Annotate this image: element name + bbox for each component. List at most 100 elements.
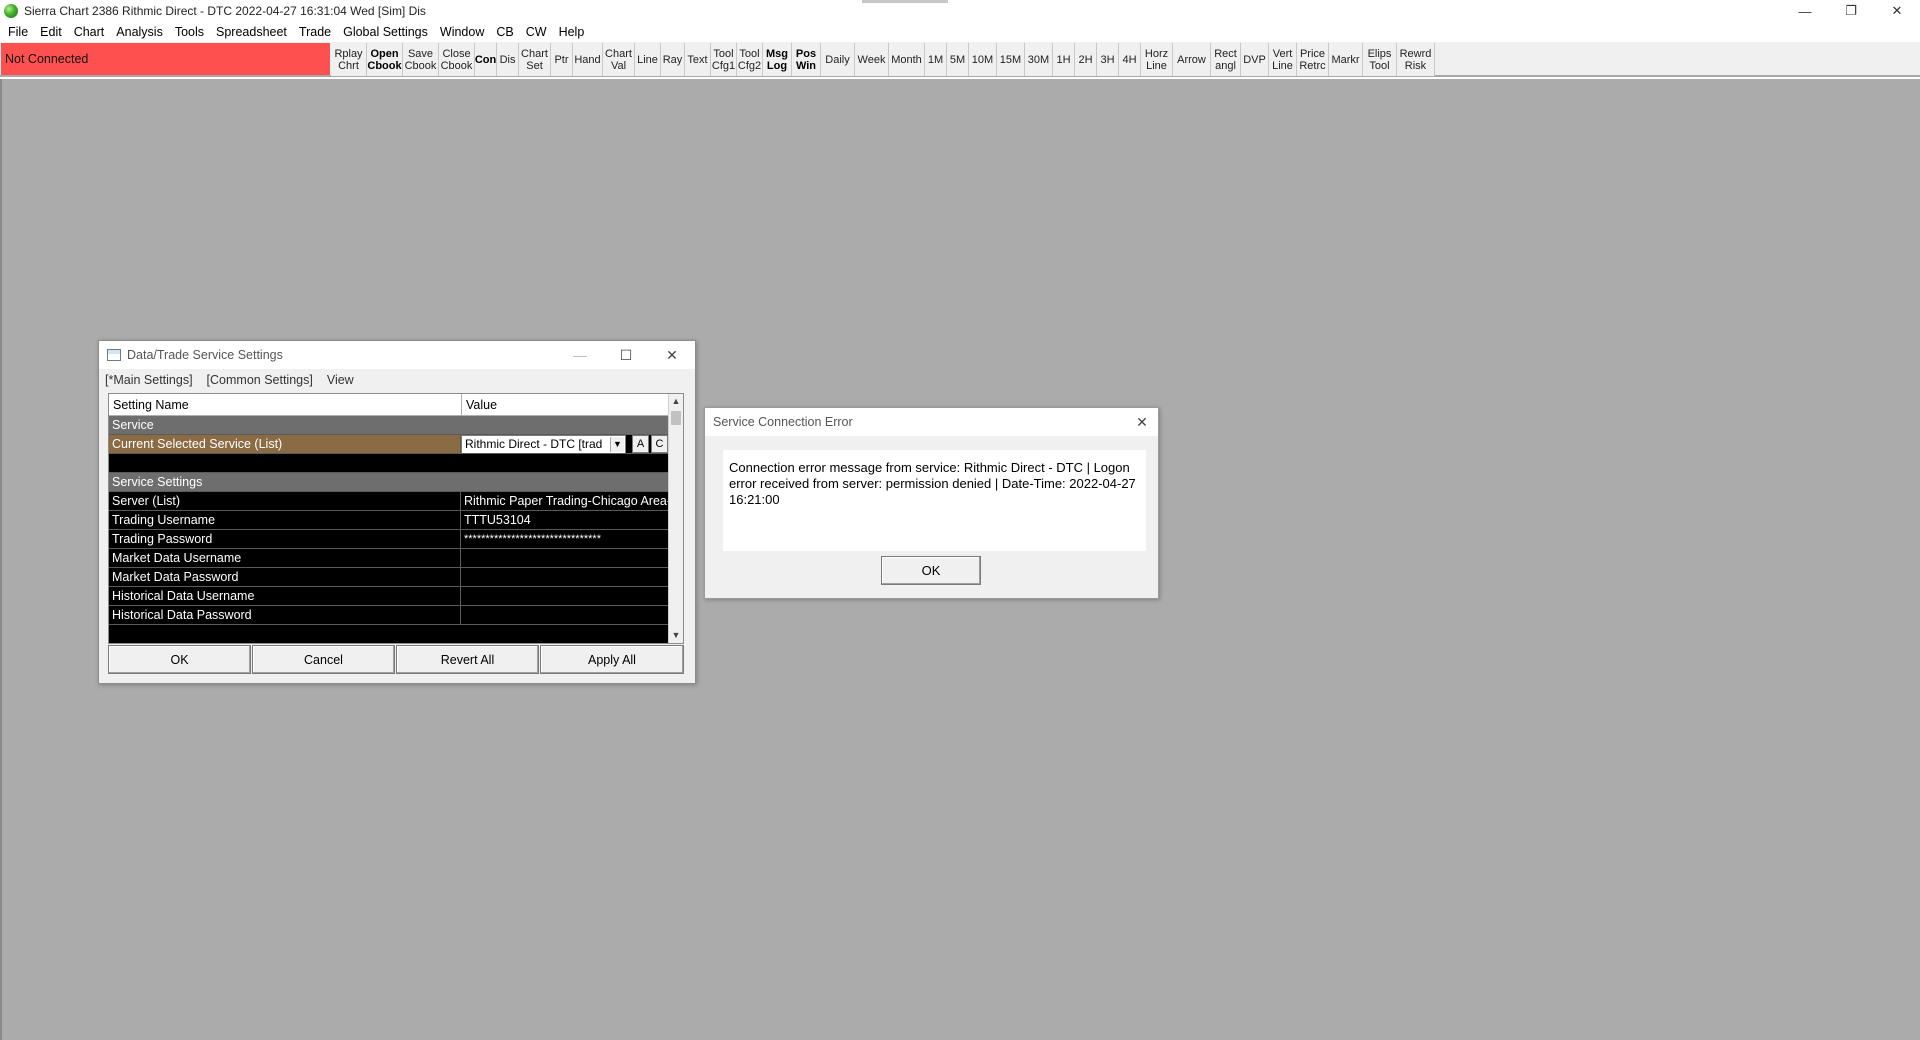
toolbar-button[interactable]: Tool Cfg1 <box>711 43 737 76</box>
dialog-title-bar[interactable]: Data/Trade Service Settings — ☐ ✕ <box>99 341 695 369</box>
toolbar-button[interactable]: Ptr <box>551 43 573 76</box>
chevron-down-icon[interactable]: ▼ <box>610 436 624 452</box>
table-row[interactable]: Historical Data Password <box>109 606 669 625</box>
dialog-maximize-button[interactable]: ☐ <box>603 341 649 369</box>
setting-value[interactable]: Rithmic Paper Trading-Chicago Area-A <box>461 492 669 510</box>
menu-tools[interactable]: Tools <box>169 22 210 42</box>
toolbar-button[interactable]: Price Retrc <box>1297 43 1329 76</box>
toolbar-button[interactable]: Ray <box>661 43 685 76</box>
table-row[interactable]: Trading Password ***********************… <box>109 530 669 549</box>
toolbar-button[interactable]: 4H <box>1119 43 1141 76</box>
ok-button[interactable]: OK <box>108 645 251 674</box>
toolbar-button[interactable]: Line <box>635 43 661 76</box>
menu-window[interactable]: Window <box>434 22 490 42</box>
service-select[interactable]: Rithmic Direct - DTC [trad ▼ <box>461 435 626 453</box>
scroll-down-icon[interactable]: ▼ <box>669 628 683 643</box>
setting-value[interactable] <box>461 606 669 624</box>
connection-status[interactable]: Not Connected <box>1 43 330 75</box>
a-button[interactable]: A <box>632 435 649 453</box>
menu-edit[interactable]: Edit <box>34 22 68 42</box>
setting-value[interactable]: ******************************** <box>461 530 669 548</box>
toolbar-button[interactable]: Text <box>685 43 711 76</box>
scroll-thumb[interactable] <box>671 411 681 425</box>
toolbar-button[interactable]: Elips Tool <box>1363 43 1397 76</box>
toolbar-button[interactable]: Pos Win <box>792 43 821 76</box>
column-header-setting-name[interactable]: Setting Name <box>109 394 462 416</box>
setting-value[interactable] <box>461 568 669 586</box>
dialog-close-button[interactable]: ✕ <box>649 341 695 369</box>
menu-analysis[interactable]: Analysis <box>110 22 169 42</box>
apply-all-button[interactable]: Apply All <box>540 645 684 674</box>
tab-common-settings[interactable]: [Common Settings] <box>207 373 313 391</box>
toolbar-button[interactable]: Rewrd Risk <box>1397 43 1435 76</box>
menu-help[interactable]: Help <box>553 22 591 42</box>
toolbar-button[interactable]: 10M <box>969 43 997 76</box>
toolbar-button[interactable]: Open Cbook <box>367 43 403 76</box>
close-button[interactable]: ✕ <box>1874 0 1920 22</box>
vertical-scrollbar[interactable]: ▲ ▼ <box>668 394 683 643</box>
column-header-value[interactable]: Value <box>462 394 669 416</box>
table-row[interactable]: Trading Username TTTU53104 <box>109 511 669 530</box>
minimize-button[interactable]: — <box>1782 0 1828 22</box>
table-row[interactable]: Server (List) Rithmic Paper Trading-Chic… <box>109 492 669 511</box>
toolbar-button[interactable]: Month <box>889 43 925 76</box>
toolbar-button[interactable]: DVP <box>1241 43 1269 76</box>
toolbar-button[interactable]: Close Cbook <box>439 43 475 76</box>
menu-bar: File Edit Chart Analysis Tools Spreadshe… <box>0 22 1920 42</box>
toolbar-button[interactable]: 30M <box>1025 43 1053 76</box>
toolbar-button[interactable]: Horz Line <box>1141 43 1173 76</box>
toolbar-button[interactable]: 3H <box>1097 43 1119 76</box>
toolbar-button[interactable]: 1H <box>1053 43 1075 76</box>
menu-cw[interactable]: CW <box>520 22 553 42</box>
toolbar-button[interactable]: Week <box>855 43 889 76</box>
toolbar-button[interactable]: Con <box>475 43 497 76</box>
setting-value[interactable] <box>461 549 669 567</box>
table-row[interactable]: Market Data Username <box>109 549 669 568</box>
toolbar-button[interactable]: 2H <box>1075 43 1097 76</box>
table-row[interactable]: Historical Data Username <box>109 587 669 606</box>
setting-value[interactable]: TTTU53104 <box>461 511 669 529</box>
tab-view[interactable]: View <box>327 373 354 391</box>
toolbar-button[interactable]: Rect angl <box>1211 43 1241 76</box>
toolbar-button[interactable]: Msg Log <box>763 43 792 76</box>
cancel-button[interactable]: Cancel <box>252 645 395 674</box>
scroll-up-icon[interactable]: ▲ <box>669 394 683 409</box>
toolbar-button[interactable]: Hand <box>573 43 603 76</box>
toolbar-button[interactable]: 1M <box>925 43 947 76</box>
toolbar-button[interactable]: Arrow <box>1173 43 1211 76</box>
menu-chart[interactable]: Chart <box>68 22 111 42</box>
restore-button[interactable]: ❐ <box>1828 0 1874 22</box>
toolbar-button-label: Cbook <box>367 59 402 72</box>
toolbar-button[interactable]: Chart Val <box>603 43 635 76</box>
toolbar-button[interactable]: Save Cbook <box>403 43 439 76</box>
setting-value[interactable] <box>461 587 669 605</box>
toolbar-button[interactable]: Vert Line <box>1269 43 1297 76</box>
toolbar-button[interactable]: Markr <box>1329 43 1363 76</box>
toolbar-button[interactable]: 5M <box>947 43 969 76</box>
error-dialog-title-bar[interactable]: Service Connection Error ✕ <box>705 408 1158 436</box>
tab-main-settings[interactable]: [*Main Settings] <box>105 373 193 391</box>
menu-file[interactable]: File <box>2 22 34 42</box>
dialog-minimize-button[interactable]: — <box>557 341 603 369</box>
menu-trade[interactable]: Trade <box>293 22 337 42</box>
menu-spreadsheet[interactable]: Spreadsheet <box>210 22 293 42</box>
toolbar-button[interactable]: Tool Cfg2 <box>737 43 763 76</box>
menu-global-settings[interactable]: Global Settings <box>337 22 434 42</box>
toolbar-button[interactable]: Dis <box>497 43 519 76</box>
table-row-selected[interactable]: Current Selected Service (List) Rithmic … <box>109 435 669 454</box>
toolbar-button-label: Dis <box>499 53 516 66</box>
revert-all-button[interactable]: Revert All <box>396 645 539 674</box>
table-row[interactable]: Market Data Password <box>109 568 669 587</box>
title-bar: Sierra Chart 2386 Rithmic Direct - DTC 2… <box>0 0 1920 22</box>
menu-cb[interactable]: CB <box>490 22 519 42</box>
setting-name[interactable]: Current Selected Service (List) <box>109 435 461 453</box>
toolbar-button[interactable]: 15M <box>997 43 1025 76</box>
c-button[interactable]: C <box>651 435 668 453</box>
toolbar-button[interactable]: Chart Set <box>519 43 551 76</box>
error-ok-button[interactable]: OK <box>881 556 981 585</box>
toolbar-button[interactable]: Daily <box>821 43 855 76</box>
toolbar-button-label: Arrow <box>1177 53 1206 66</box>
toolbar-button[interactable]: Rplay Chrt <box>331 43 367 76</box>
error-dialog-close-button[interactable]: ✕ <box>1130 408 1154 436</box>
toolbar-button-label: 1H <box>1056 53 1071 66</box>
